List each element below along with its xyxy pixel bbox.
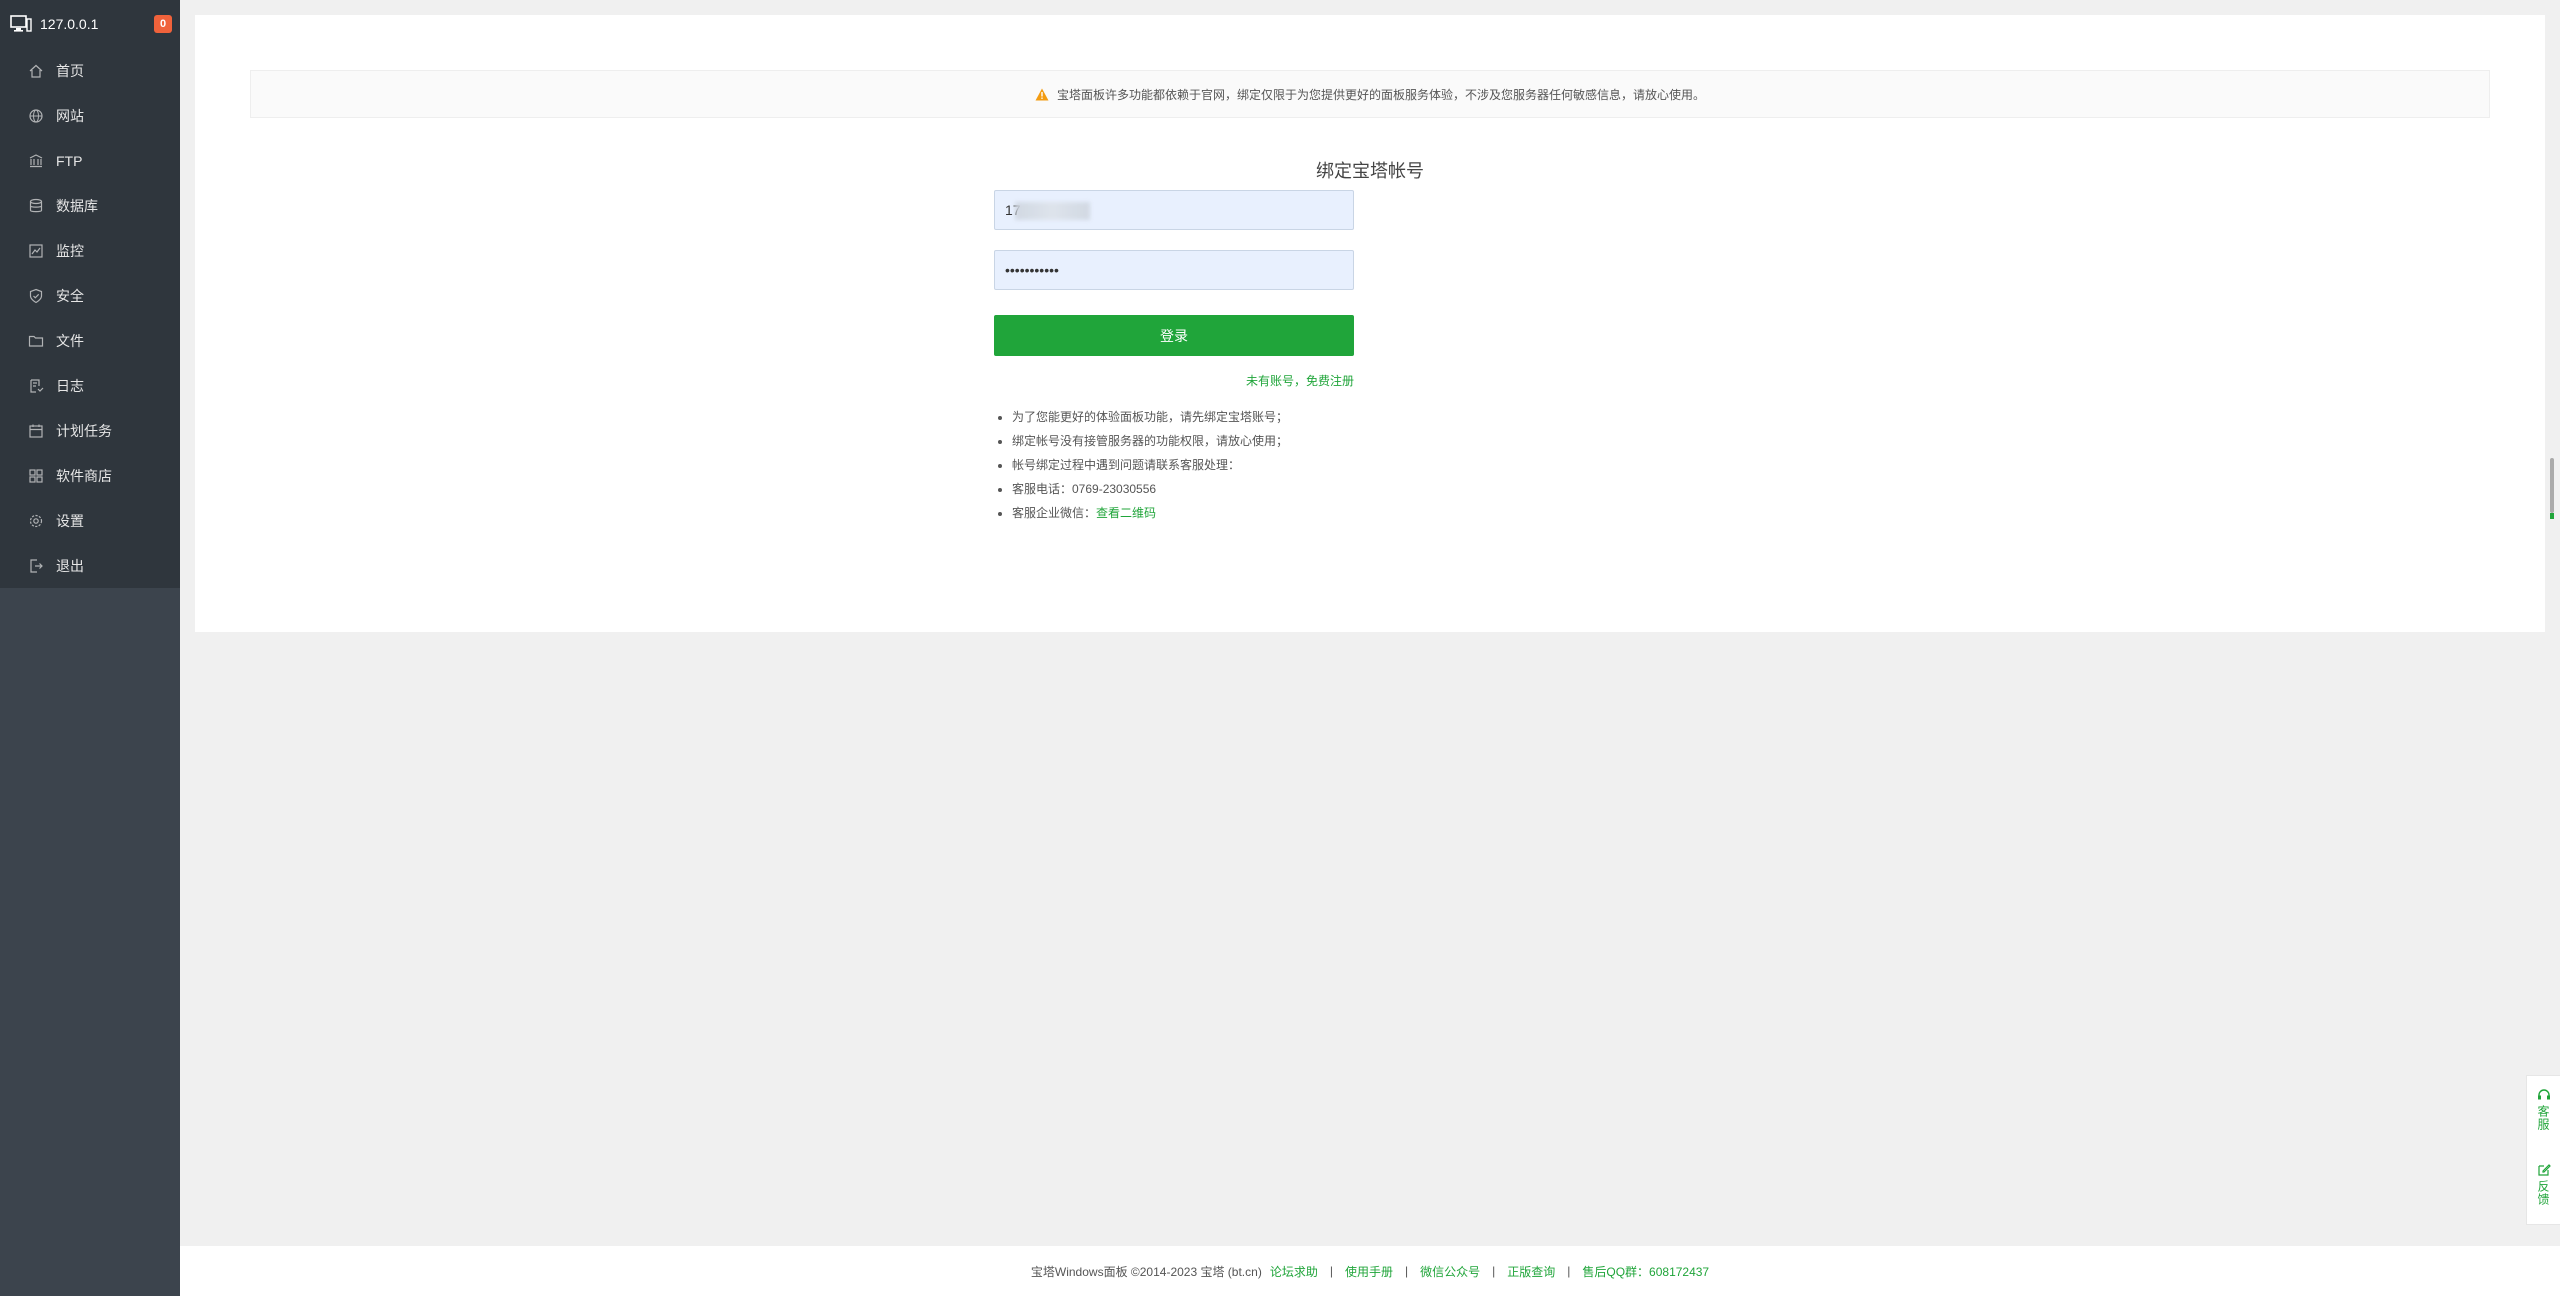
globe-icon [28,108,44,124]
warning-icon [1035,88,1049,100]
form-title: 绑定宝塔帐号 [1316,161,1424,181]
sidebar-item-label: 日志 [56,377,84,394]
footer: 宝塔Windows面板 ©2014-2023 宝塔 (bt.cn) 论坛求助 |… [180,1246,2560,1296]
server-name: 127.0.0.1 [40,16,99,32]
sidebar-item-label: 退出 [56,557,84,574]
sidebar-item-cron[interactable]: 计划任务 [0,408,180,453]
sidebar-item-monitor[interactable]: 监控 [0,228,180,273]
sidebar-item-files[interactable]: 文件 [0,318,180,363]
copyright: 宝塔Windows面板 ©2014-2023 宝塔 (bt.cn) [1030,1264,1262,1279]
username-field[interactable] [994,190,1354,230]
notice-bar: 宝塔面板许多功能都依赖于官网，绑定仅限于为您提供更好的面板服务体验，不涉及您服务… [250,70,2490,118]
gear-icon [28,513,44,529]
customer-service-label: 客服 [2536,1105,2550,1131]
sidebar-item-label: 文件 [56,332,84,349]
sidebar-item-security[interactable]: 安全 [0,273,180,318]
list-item: 为了您能更好的体验面板功能，请先绑定宝塔账号； [1012,405,1288,429]
login-button[interactable]: 登录 [994,315,1354,356]
tips-list: 为了您能更好的体验面板功能，请先绑定宝塔账号； 绑定帐号没有接管服务器的功能权限… [1012,405,1288,525]
sidebar-item-label: 首页 [56,62,84,79]
list-item: 客服企业微信：查看二维码 [1012,501,1288,525]
sidebar-item-label: 设置 [56,512,84,529]
sidebar-item-ftp[interactable]: FTP [0,138,180,183]
headset-icon [2537,1089,2550,1100]
logout-icon [28,558,44,574]
divider: | [1492,1264,1496,1278]
list-item: 客服电话：0769-23030556 [1012,477,1288,501]
monitor-chart-icon [28,243,44,259]
sidebar-item-label: 计划任务 [56,422,112,439]
sidebar: 127.0.0.1 0 首页 网站 FTP 数据库 监控 安全 文件 日志 计划… [0,0,180,1296]
footer-link-forum[interactable]: 论坛求助 [1270,1263,1318,1280]
float-widget: 客服 反馈 [2526,1075,2560,1225]
sidebar-item-label: 数据库 [56,197,98,214]
divider: | [1567,1264,1571,1278]
list-item: 绑定帐号没有接管服务器的功能权限，请放心使用； [1012,429,1288,453]
customer-service-button[interactable]: 客服 [2527,1076,2560,1151]
sidebar-item-label: 监控 [56,242,84,259]
sidebar-item-label: 软件商店 [56,467,112,484]
footer-link-manual[interactable]: 使用手册 [1345,1263,1393,1280]
feedback-label: 反馈 [2536,1180,2550,1206]
database-icon [28,198,44,214]
sidebar-item-store[interactable]: 软件商店 [0,453,180,498]
wechat-label: 客服企业微信： [1012,506,1097,520]
sidebar-item-label: 安全 [56,287,84,304]
ftp-icon [28,153,44,169]
edit-icon [2537,1164,2551,1176]
password-field[interactable] [994,250,1354,290]
list-item: 帐号绑定过程中遇到问题请联系客服处理： [1012,453,1288,477]
folder-icon [28,333,44,349]
notice-text: 宝塔面板许多功能都依赖于官网，绑定仅限于为您提供更好的面板服务体验，不涉及您服务… [1056,87,1705,102]
sidebar-item-home[interactable]: 首页 [0,48,180,93]
divider: | [1404,1264,1409,1278]
feedback-button[interactable]: 反馈 [2527,1151,2560,1226]
bind-account-panel: 宝塔面板许多功能都依赖于官网，绑定仅限于为您提供更好的面板服务体验，不涉及您服务… [195,15,2545,632]
monitor-icon [10,15,32,32]
sidebar-item-label: FTP [56,152,83,169]
grid-icon [28,468,44,484]
register-link[interactable]: 未有账号，免费注册 [994,372,1354,389]
divider: | [1329,1264,1333,1278]
sidebar-menu: 首页 网站 FTP 数据库 监控 安全 文件 日志 计划任务 软件商店 设置 退… [0,48,180,588]
sidebar-item-label: 网站 [56,107,84,124]
qr-code-link[interactable]: 查看二维码 [1096,506,1156,520]
log-icon [28,378,44,394]
sidebar-item-settings[interactable]: 设置 [0,498,180,543]
sidebar-item-website[interactable]: 网站 [0,93,180,138]
sidebar-item-logs[interactable]: 日志 [0,363,180,408]
calendar-icon [28,423,44,439]
footer-link-verify[interactable]: 正版查询 [1507,1263,1555,1280]
footer-link-qq-group[interactable]: 售后QQ群：608172437 [1582,1263,1709,1280]
server-header[interactable]: 127.0.0.1 0 [0,0,180,48]
footer-link-wechat[interactable]: 微信公众号 [1420,1263,1480,1280]
notification-badge[interactable]: 0 [154,15,172,33]
home-icon [28,63,44,79]
sidebar-item-database[interactable]: 数据库 [0,183,180,228]
scrollbar-thumb[interactable] [2550,458,2554,519]
shield-icon [28,288,44,304]
sidebar-item-logout[interactable]: 退出 [0,543,180,588]
